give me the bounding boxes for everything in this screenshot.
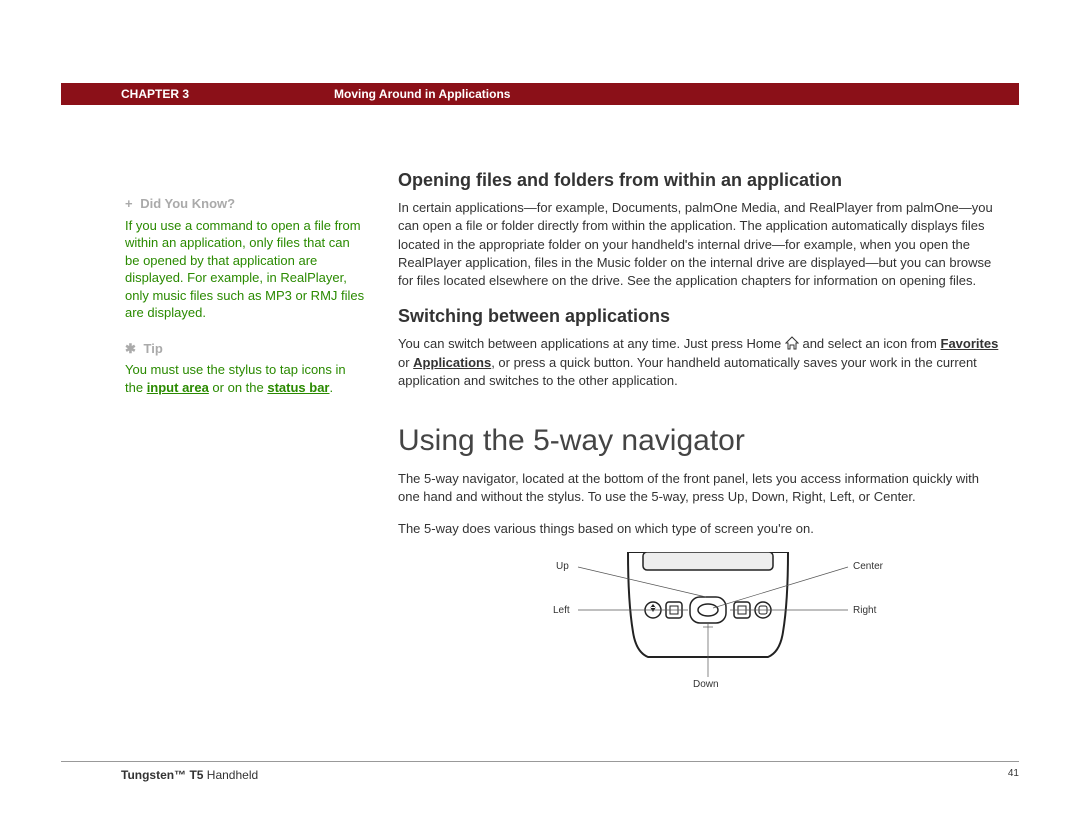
tip-heading: ✱ Tip <box>125 340 365 358</box>
switching-or: or <box>398 355 413 370</box>
product-name: Tungsten™ T5 Handheld <box>121 768 258 782</box>
did-you-know-label: Did You Know? <box>140 196 235 211</box>
page-number: 41 <box>1008 768 1019 782</box>
tip-block: ✱ Tip You must use the stylus to tap ico… <box>125 340 365 397</box>
product-rest: Handheld <box>203 768 258 782</box>
switching-post-icon: and select an icon from <box>802 336 940 351</box>
section-heading-switching: Switching between applications <box>398 304 1003 329</box>
navigator-p2: The 5-way does various things based on w… <box>398 520 1003 538</box>
plus-icon: + <box>125 196 133 211</box>
applications-link[interactable]: Applications <box>413 355 491 370</box>
section-heading-navigator: Using the 5-way navigator <box>398 420 1003 462</box>
tip-text-mid: or on the <box>209 380 268 395</box>
did-you-know-block: + Did You Know? If you use a command to … <box>125 195 365 322</box>
label-up: Up <box>556 560 569 574</box>
label-down: Down <box>693 678 719 692</box>
label-left: Left <box>553 604 570 618</box>
label-right: Right <box>853 604 876 618</box>
tip-text-end: . <box>330 380 334 395</box>
asterisk-icon: ✱ <box>125 341 136 356</box>
status-bar-link[interactable]: status bar <box>267 380 329 395</box>
tip-label: Tip <box>144 341 163 356</box>
favorites-link[interactable]: Favorites <box>941 336 999 351</box>
navigator-diagram: Up Left Center Right Down <box>538 552 888 692</box>
chapter-label: CHAPTER 3 <box>121 87 189 101</box>
section-heading-opening: Opening files and folders from within an… <box>398 168 1003 193</box>
did-you-know-body: If you use a command to open a file from… <box>125 217 365 322</box>
input-area-link[interactable]: input area <box>147 380 209 395</box>
chapter-title: Moving Around in Applications <box>334 87 510 101</box>
sidebar: + Did You Know? If you use a command to … <box>125 195 365 414</box>
tip-body: You must use the stylus to tap icons in … <box>125 361 365 396</box>
did-you-know-heading: + Did You Know? <box>125 195 365 213</box>
switching-body: You can switch between applications at a… <box>398 335 1003 390</box>
home-icon <box>785 336 799 350</box>
navigator-p1: The 5-way navigator, located at the bott… <box>398 470 1003 506</box>
switching-pre: You can switch between applications at a… <box>398 336 785 351</box>
chapter-header: CHAPTER 3 Moving Around in Applications <box>61 83 1019 105</box>
opening-body: In certain applications—for example, Doc… <box>398 199 1003 290</box>
device-illustration <box>608 552 808 662</box>
label-center: Center <box>853 560 883 574</box>
page-footer: Tungsten™ T5 Handheld 41 <box>61 761 1019 782</box>
product-bold: Tungsten™ T5 <box>121 768 203 782</box>
main-content: Opening files and folders from within an… <box>398 168 1003 692</box>
